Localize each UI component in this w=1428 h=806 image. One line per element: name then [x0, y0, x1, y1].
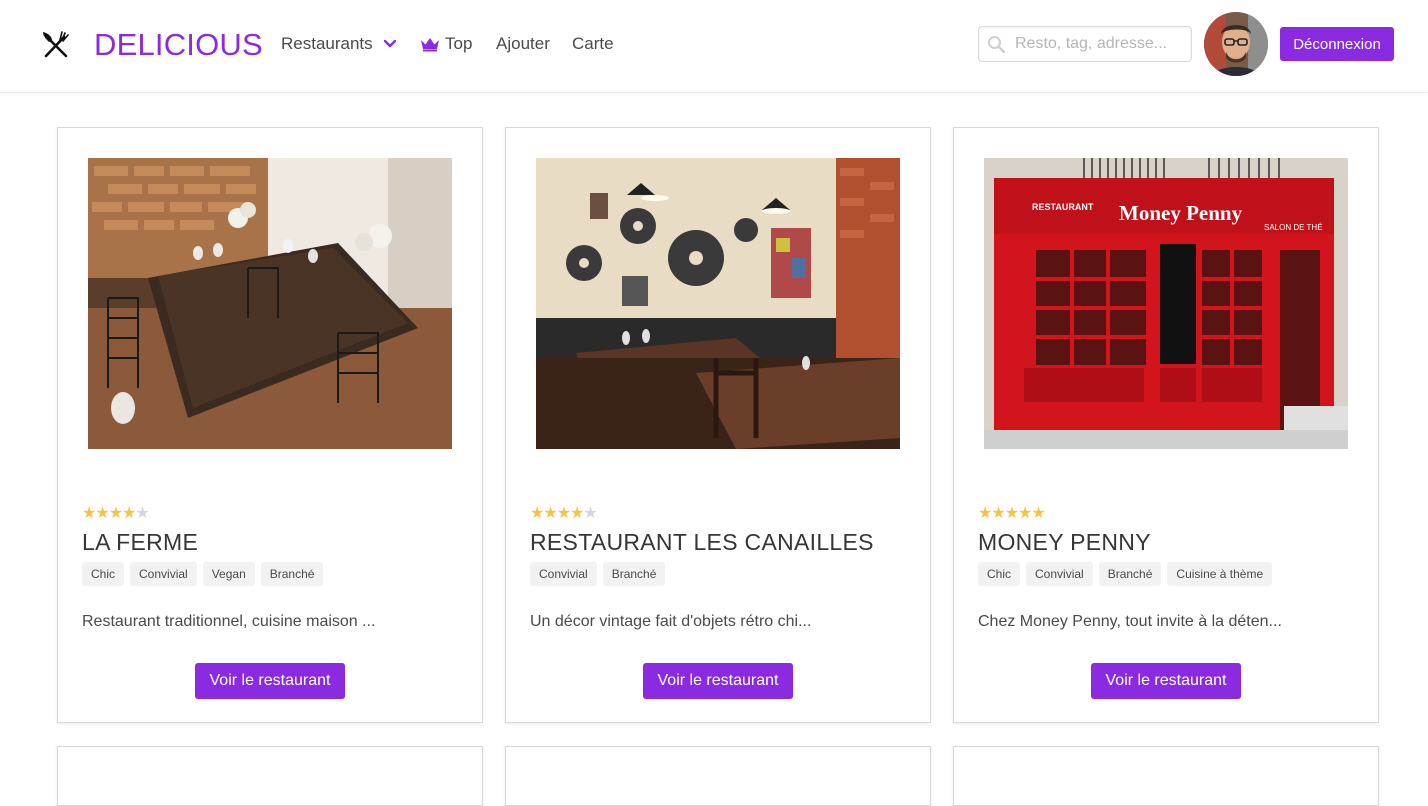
star-filled-icon: ★	[543, 505, 557, 522]
star-filled-icon: ★	[978, 505, 992, 522]
top-navbar: DELICIOUS Restaurants Top Ajouter Carte	[0, 0, 1428, 93]
restaurant-card: RESTAURANT Money Penny SALON DE THÉ ★★★★…	[953, 127, 1379, 723]
star-filled-icon: ★	[1031, 505, 1045, 522]
nav-ajouter-link[interactable]: Ajouter	[496, 34, 550, 54]
view-restaurant-button[interactable]: Voir le restaurant	[1091, 663, 1241, 699]
star-filled-icon: ★	[95, 505, 109, 522]
nav-top-link[interactable]: Top	[420, 34, 472, 54]
star-filled-icon: ★	[530, 505, 544, 522]
search-box	[978, 26, 1192, 62]
tag-list: Chic Convivial Vegan Branché	[82, 562, 324, 586]
star-filled-icon: ★	[1004, 505, 1019, 522]
tag[interactable]: Chic	[978, 562, 1021, 586]
tag-list: Chic Convivial Branché Cuisine à thème	[978, 562, 1273, 586]
restaurant-name: RESTAURANT LES CANAILLES	[530, 529, 874, 555]
star-filled-icon: ★	[122, 505, 136, 522]
nav-top-label: Top	[445, 34, 473, 53]
tag[interactable]: Chic	[82, 562, 125, 586]
view-restaurant-button[interactable]: Voir le restaurant	[195, 663, 345, 699]
star-filled-icon: ★	[570, 505, 584, 522]
search-input[interactable]	[1015, 27, 1187, 61]
search-icon	[988, 36, 1006, 54]
storefront-sign-text: Money Penny	[1119, 201, 1243, 225]
nav-restaurants-label: Restaurants	[281, 34, 373, 53]
star-filled-icon: ★	[82, 505, 96, 522]
tag[interactable]: Branché	[260, 562, 324, 586]
tag[interactable]: Convivial	[530, 562, 597, 586]
view-restaurant-button[interactable]: Voir le restaurant	[643, 663, 793, 699]
user-avatar-photo	[1204, 12, 1268, 76]
star-filled-icon: ★	[108, 505, 123, 522]
star-empty-icon: ★	[583, 505, 597, 522]
nav-restaurants-dropdown[interactable]: Restaurants	[281, 34, 397, 54]
restaurant-description: Restaurant traditionnel, cuisine maison …	[82, 613, 376, 630]
restaurant-photo[interactable]: RESTAURANT Money Penny SALON DE THÉ	[984, 158, 1348, 449]
restaurant-card	[953, 746, 1379, 806]
restaurant-name: LA FERME	[82, 529, 199, 555]
restaurant-card: ★★★★★ LA FERME Chic Convivial Vegan Bran…	[57, 127, 483, 723]
restaurant-photo[interactable]	[536, 158, 900, 449]
restaurant-photo[interactable]	[88, 158, 452, 449]
restaurant-description: Chez Money Penny, tout invite à la déten…	[978, 613, 1282, 630]
user-avatar[interactable]	[1204, 12, 1268, 76]
star-filled-icon: ★	[1018, 505, 1032, 522]
crown-icon	[421, 38, 439, 52]
tag[interactable]: Convivial	[1026, 562, 1093, 586]
storefront-left-text: RESTAURANT	[1032, 202, 1094, 212]
tag[interactable]: Vegan	[202, 562, 255, 586]
tag-list: Convivial Branché	[530, 562, 666, 586]
tag[interactable]: Branché	[602, 562, 666, 586]
nav-carte-link[interactable]: Carte	[572, 34, 614, 54]
fork-knife-logo-icon[interactable]	[40, 29, 72, 61]
chevron-down-icon	[383, 39, 396, 48]
restaurant-card	[505, 746, 931, 806]
star-filled-icon: ★	[991, 505, 1005, 522]
brand-title[interactable]: DELICIOUS	[94, 27, 263, 63]
restaurant-card: ★★★★★ RESTAURANT LES CANAILLES Convivial…	[505, 127, 931, 723]
tag[interactable]: Convivial	[130, 562, 197, 586]
restaurant-name: MONEY PENNY	[978, 529, 1151, 555]
star-empty-icon: ★	[135, 505, 149, 522]
rating-stars: ★★★★★	[530, 504, 598, 524]
star-filled-icon: ★	[556, 505, 571, 522]
tag[interactable]: Cuisine à thème	[1167, 562, 1273, 586]
restaurant-description: Un décor vintage fait d'objets rétro chi…	[530, 613, 812, 630]
storefront-right-text: SALON DE THÉ	[1264, 223, 1323, 232]
restaurant-card	[57, 746, 483, 806]
tag[interactable]: Branché	[1098, 562, 1162, 586]
rating-stars: ★★★★★	[978, 504, 1046, 524]
logout-button[interactable]: Déconnexion	[1280, 27, 1394, 61]
rating-stars: ★★★★★	[82, 504, 150, 524]
